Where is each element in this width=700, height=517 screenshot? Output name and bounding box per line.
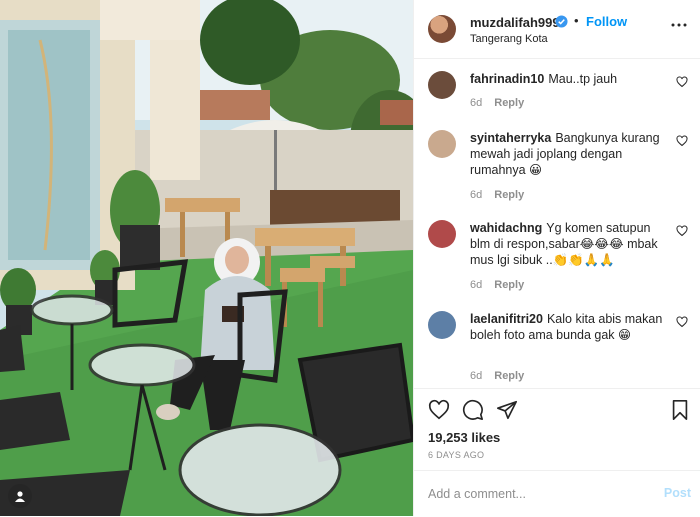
comment-text-block: fahrinadin10 Mau..tp jauh xyxy=(470,71,670,87)
comment-text-block: wahidachng Yg komen satupun blm di respon… xyxy=(470,220,670,268)
comment-age: 6d xyxy=(470,189,483,201)
save-bookmark-icon[interactable] xyxy=(669,399,691,421)
comment-meta: 6d Reply xyxy=(470,279,524,291)
like-heart-icon[interactable] xyxy=(428,399,450,421)
comment-text-block: syintaherryka Bangkunya kurang mewah jadi… xyxy=(470,130,670,178)
verified-badge-icon xyxy=(555,15,568,28)
post-comment-button[interactable]: Post xyxy=(664,486,691,500)
post-timestamp: 6 DAYS AGO xyxy=(428,450,485,460)
like-comment-heart-icon[interactable] xyxy=(676,316,688,328)
add-comment-input[interactable] xyxy=(428,484,648,504)
more-options-icon[interactable] xyxy=(670,22,688,28)
comment-age: 6d xyxy=(470,97,483,109)
user-tag-icon[interactable] xyxy=(8,484,32,508)
like-comment-heart-icon[interactable] xyxy=(676,76,688,88)
commenter-username[interactable]: laelanifitri20 xyxy=(470,312,543,326)
follow-button[interactable]: Follow xyxy=(586,14,627,29)
commenter-avatar[interactable] xyxy=(428,311,456,339)
comment-meta: 6d Reply xyxy=(470,370,524,382)
comment-text: Mau..tp jauh xyxy=(548,72,618,86)
comment-meta: 6d Reply xyxy=(470,189,524,201)
post-actions: 19,253 likes 6 DAYS AGO xyxy=(414,388,700,471)
commenter-avatar[interactable] xyxy=(428,71,456,99)
like-comment-heart-icon[interactable] xyxy=(676,225,688,237)
commenter-avatar[interactable] xyxy=(428,220,456,248)
header-separator: • xyxy=(574,13,579,28)
comment-age: 6d xyxy=(470,279,483,291)
comment-composer: Post xyxy=(414,470,700,517)
reply-button[interactable]: Reply xyxy=(494,189,524,201)
comment-meta: 6d Reply xyxy=(470,97,524,109)
likes-count[interactable]: 19,253 likes xyxy=(428,430,500,445)
commenter-username[interactable]: wahidachng xyxy=(470,221,542,235)
reply-button[interactable]: Reply xyxy=(494,279,524,291)
comment-bubble-icon[interactable] xyxy=(462,399,484,421)
comment-text-block: laelanifitri20 Kalo kita abis makan boleh… xyxy=(470,311,670,343)
post-photo[interactable] xyxy=(0,0,413,516)
commenter-username[interactable]: fahrinadin10 xyxy=(470,72,544,86)
post-header: muzdalifah999 • Follow Tangerang Kota xyxy=(414,0,700,59)
like-comment-heart-icon[interactable] xyxy=(676,135,688,147)
post-location[interactable]: Tangerang Kota xyxy=(470,33,548,45)
share-paper-plane-icon[interactable] xyxy=(496,399,518,421)
commenter-avatar[interactable] xyxy=(428,130,456,158)
comment-age: 6d xyxy=(470,370,483,382)
reply-button[interactable]: Reply xyxy=(494,370,524,382)
reply-button[interactable]: Reply xyxy=(494,97,524,109)
commenter-username[interactable]: syintaherryka xyxy=(470,131,551,145)
author-avatar[interactable] xyxy=(428,15,456,43)
comments-list[interactable]: fahrinadin10 Mau..tp jauh 6d Reply syintah… xyxy=(414,58,700,388)
photo-illustration xyxy=(0,0,413,516)
author-username[interactable]: muzdalifah999 xyxy=(470,15,560,30)
post-side-panel: muzdalifah999 • Follow Tangerang Kota fa… xyxy=(413,0,700,516)
